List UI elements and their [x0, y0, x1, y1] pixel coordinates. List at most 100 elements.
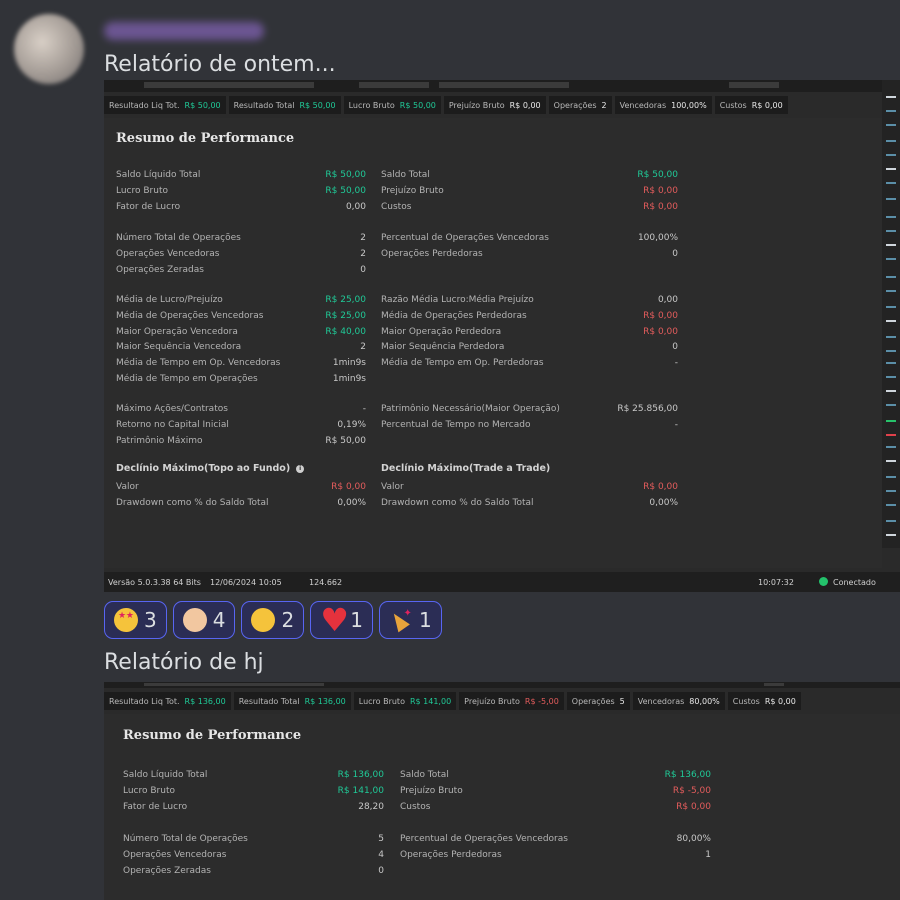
stat-value: R$ 50,00 — [325, 170, 366, 180]
toolbar-tool-icon[interactable] — [886, 182, 896, 184]
stat-value: R$ 141,00 — [337, 786, 384, 796]
metric-label: Vencedoras — [619, 100, 667, 110]
stat-label: Média de Tempo em Op. Perdedoras — [381, 358, 544, 368]
toolbar-tool-icon[interactable] — [886, 230, 896, 232]
toolbar-tool-icon[interactable] — [886, 216, 896, 218]
toolbar-tool-icon[interactable] — [886, 460, 896, 462]
toolbar-tool-icon[interactable] — [886, 390, 896, 392]
toolbar-tool-icon[interactable] — [886, 362, 896, 364]
stat-label: Percentual de Tempo no Mercado — [381, 420, 531, 430]
drawdown-right-title: Declínio Máximo(Trade a Trade) — [381, 463, 551, 474]
metric-value: R$ 136,00 — [184, 696, 226, 706]
performance-panel: Resumo de Performance Saldo Líquido Tota… — [104, 714, 900, 900]
app-top-strip — [104, 682, 900, 688]
clapping-hands-icon — [182, 608, 207, 632]
performance-panel: Resumo de Performance Saldo Líquido Tota… — [104, 118, 882, 568]
reaction-red-heart[interactable]: 1 — [310, 600, 373, 640]
stat-label: Saldo Total — [381, 170, 430, 180]
stat-label: Máximo Ações/Contratos — [116, 404, 228, 414]
drawing-toolbar[interactable] — [882, 80, 900, 548]
avatar[interactable] — [14, 14, 84, 84]
reaction-clapping-hands[interactable]: 4 — [172, 601, 236, 639]
star-struck-icon — [114, 608, 138, 632]
username-blurred[interactable] — [104, 22, 264, 40]
metric-label: Operações — [553, 100, 597, 110]
metric-label: Prejuízo Bruto — [464, 696, 520, 706]
toolbar-tool-icon[interactable] — [886, 376, 896, 378]
stat-label: Drawdown como % do Saldo Total — [381, 498, 534, 508]
stat-value: 2 — [360, 233, 366, 243]
toolbar-tool-icon[interactable] — [886, 504, 896, 506]
stat-label: Prejuízo Bruto — [381, 186, 444, 196]
stat-label: Número Total de Operações — [116, 233, 241, 243]
toolbar-tool-icon[interactable] — [886, 110, 896, 112]
stat-value: R$ 0,00 — [676, 802, 711, 812]
toolbar-tool-icon[interactable] — [886, 534, 896, 536]
toolbar-tool-icon[interactable] — [886, 154, 896, 156]
toolbar-tool-icon[interactable] — [886, 320, 896, 322]
info-icon[interactable]: i — [296, 464, 305, 473]
toolbar-tool-icon[interactable] — [886, 244, 896, 246]
toolbar-tool-icon[interactable] — [886, 124, 896, 126]
toolbar-tool-icon[interactable] — [886, 350, 896, 352]
stat-value: 0 — [378, 866, 384, 876]
stat-value: 1 — [705, 850, 711, 860]
toolbar-tool-icon[interactable] — [886, 168, 896, 170]
toolbar-tool-icon[interactable] — [886, 404, 896, 406]
stat-label: Média de Operações Perdedoras — [381, 311, 527, 321]
toolbar-tool-icon[interactable] — [886, 140, 896, 142]
stat-value: R$ 0,00 — [643, 327, 678, 337]
stat-label: Média de Tempo em Operações — [116, 374, 258, 384]
toolbar-tool-icon[interactable] — [886, 476, 896, 478]
metric-value: 80,00% — [689, 696, 720, 706]
metric-0: Resultado Liq Tot. R$ 50,00 — [104, 96, 226, 114]
stat-value: 2 — [360, 342, 366, 352]
stat-label: Maior Sequência Perdedora — [381, 342, 505, 352]
stat-label: Número Total de Operações — [123, 834, 248, 844]
stat-label: Operações Zeradas — [123, 866, 211, 876]
stat-label: Operações Vencedoras — [116, 249, 220, 259]
toolbar-tool-icon[interactable] — [886, 306, 896, 308]
panel-title: Resumo de Performance — [123, 728, 302, 743]
report-screenshot-1[interactable]: Resultado Liq Tot. R$ 50,00 Resultado Tota… — [104, 80, 900, 592]
metric-label: Custos — [732, 696, 760, 706]
app-top-strip — [104, 80, 900, 92]
toolbar-tool-icon[interactable] — [886, 276, 896, 278]
toolbar-tool-icon[interactable] — [886, 520, 896, 522]
toolbar-tool-icon[interactable] — [886, 258, 896, 260]
toolbar-tool-icon[interactable] — [886, 198, 896, 200]
stat-value: 1min9s — [332, 374, 366, 384]
toolbar-tool-icon[interactable] — [886, 420, 896, 422]
toolbar-tool-icon[interactable] — [886, 336, 896, 338]
stat-value: - — [674, 358, 678, 368]
toolbar-tool-icon[interactable] — [886, 96, 896, 98]
metric-label: Lucro Bruto — [348, 100, 395, 110]
stat-label: Maior Sequência Vencedora — [116, 342, 242, 352]
stat-value: 0,00 — [657, 295, 678, 305]
stat-label: Percentual de Operações Vencedoras — [400, 834, 568, 844]
report-screenshot-2[interactable]: Resultado Liq Tot. R$ 136,00 Resultado Tot… — [104, 682, 900, 900]
stat-value: 80,00% — [676, 834, 711, 844]
metric-value: R$ 50,00 — [399, 100, 436, 110]
metric-value: R$ -5,00 — [524, 696, 559, 706]
toolbar-tool-icon[interactable] — [886, 290, 896, 292]
connection-text: Conectado — [833, 578, 876, 587]
toolbar-tool-icon[interactable] — [886, 434, 896, 436]
metric-value: 5 — [619, 696, 625, 706]
reaction-party-popper[interactable]: 1 — [378, 601, 442, 639]
status-bar: Versão 5.0.3.38 64 Bits 12/06/2024 10:05… — [104, 572, 900, 592]
toolbar-tool-icon[interactable] — [886, 490, 896, 492]
metric-3: Prejuízo Bruto R$ -5,00 — [459, 692, 564, 710]
stat-label: Saldo Líquido Total — [116, 170, 201, 180]
stat-value: R$ 25.856,00 — [617, 404, 678, 414]
reaction-star-struck[interactable]: 3 — [104, 601, 167, 639]
stat-value: - — [674, 420, 678, 430]
stat-value: R$ 40,00 — [325, 327, 366, 337]
metric-5: Vencedoras 80,00% — [632, 692, 725, 710]
toolbar-tool-icon[interactable] — [886, 446, 896, 448]
stat-label: Média de Lucro/Prejuízo — [116, 295, 223, 305]
reaction-thumbs-up[interactable]: 2 — [241, 601, 305, 639]
stat-label: Razão Média Lucro:Média Prejuízo — [381, 295, 534, 305]
metric-label: Resultado Total — [238, 696, 300, 706]
metric-label: Operações — [571, 696, 615, 706]
